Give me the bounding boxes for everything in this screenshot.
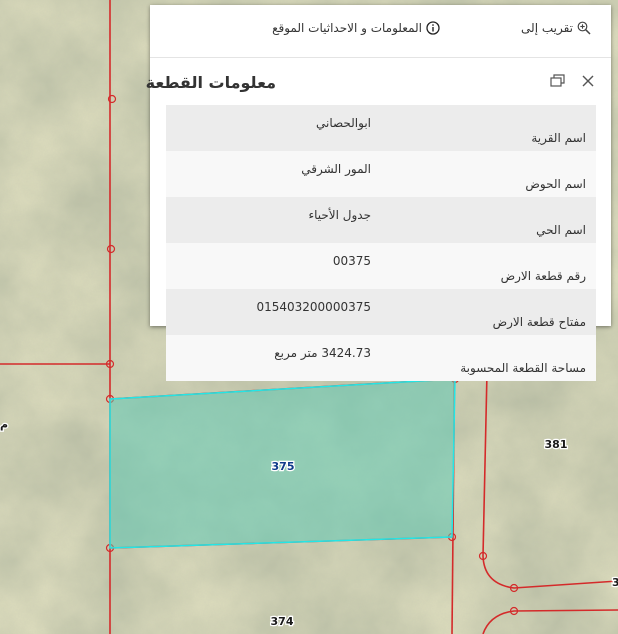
attribute-label: اسم الحوض [371,151,596,197]
zoom-to-label: تقريب إلى [521,21,573,35]
zoom-in-icon [577,21,591,35]
dock-button[interactable] [548,71,568,91]
attribute-value: المور الشرقي [301,162,371,176]
popup-toolbar: المعلومات و الاحداثيات الموقع تقريب إلى [150,5,611,58]
attribute-value: 00375 [332,254,371,268]
table-row: مفتاح قطعة الارض 015403200000375 [166,289,596,335]
close-icon [582,75,594,87]
attribute-label: اسم القرية [371,105,596,151]
location-info-label: المعلومات و الاحداثيات الموقع [272,21,422,35]
dock-window-icon [550,74,565,87]
parcel-info-popup: المعلومات و الاحداثيات الموقع تقريب إلى … [146,5,611,381]
attribute-label: اسم الحي [371,197,596,243]
parcel-label-edge-right: 3 [612,576,618,589]
table-row: اسم الحوض المور الشرقي [166,151,596,197]
zoom-to-action[interactable]: تقريب إلى [521,21,591,35]
location-info-action[interactable]: المعلومات و الاحداثيات الموقع [272,21,440,35]
table-row: اسم الحي جدول الأحياء [166,197,596,243]
table-row: رقم قطعة الارض 00375 [166,243,596,289]
attribute-value: جدول الأحياء [308,208,371,222]
parcel-label-selected: 375 [272,460,295,473]
info-icon [426,21,440,35]
popup-title: معلومات القطعة [145,73,276,92]
parcel-attribute-table: اسم القرية ابوالحصاني اسم الحوض المور ال… [166,105,596,381]
attribute-value: 3424.73 متر مربع [274,346,371,360]
parcel-label-south: 374 [271,615,294,628]
close-button[interactable] [578,71,598,91]
parcel-label-edge-left: م [0,418,8,431]
attribute-label: مفتاح قطعة الارض [371,289,596,335]
attribute-label: رقم قطعة الارض [371,243,596,289]
attribute-value: 015403200000375 [256,300,371,314]
attribute-label: مساحة القطعة المحسوبة [371,335,596,381]
attribute-value: ابوالحصاني [315,116,371,130]
parcel-label-east: 381 [545,438,568,451]
table-row: اسم القرية ابوالحصاني [166,105,596,151]
table-row: مساحة القطعة المحسوبة 3424.73 متر مربع [166,335,596,381]
